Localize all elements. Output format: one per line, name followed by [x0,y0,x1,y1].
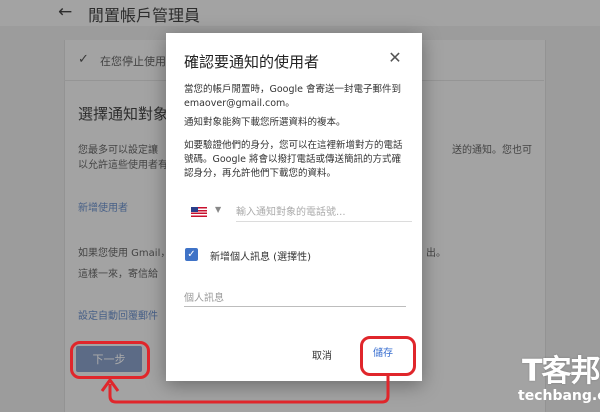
watermark-logo: T客邦 [522,354,600,389]
watermark-text: techbang.com [518,388,600,404]
annotation-arrow [100,376,390,404]
